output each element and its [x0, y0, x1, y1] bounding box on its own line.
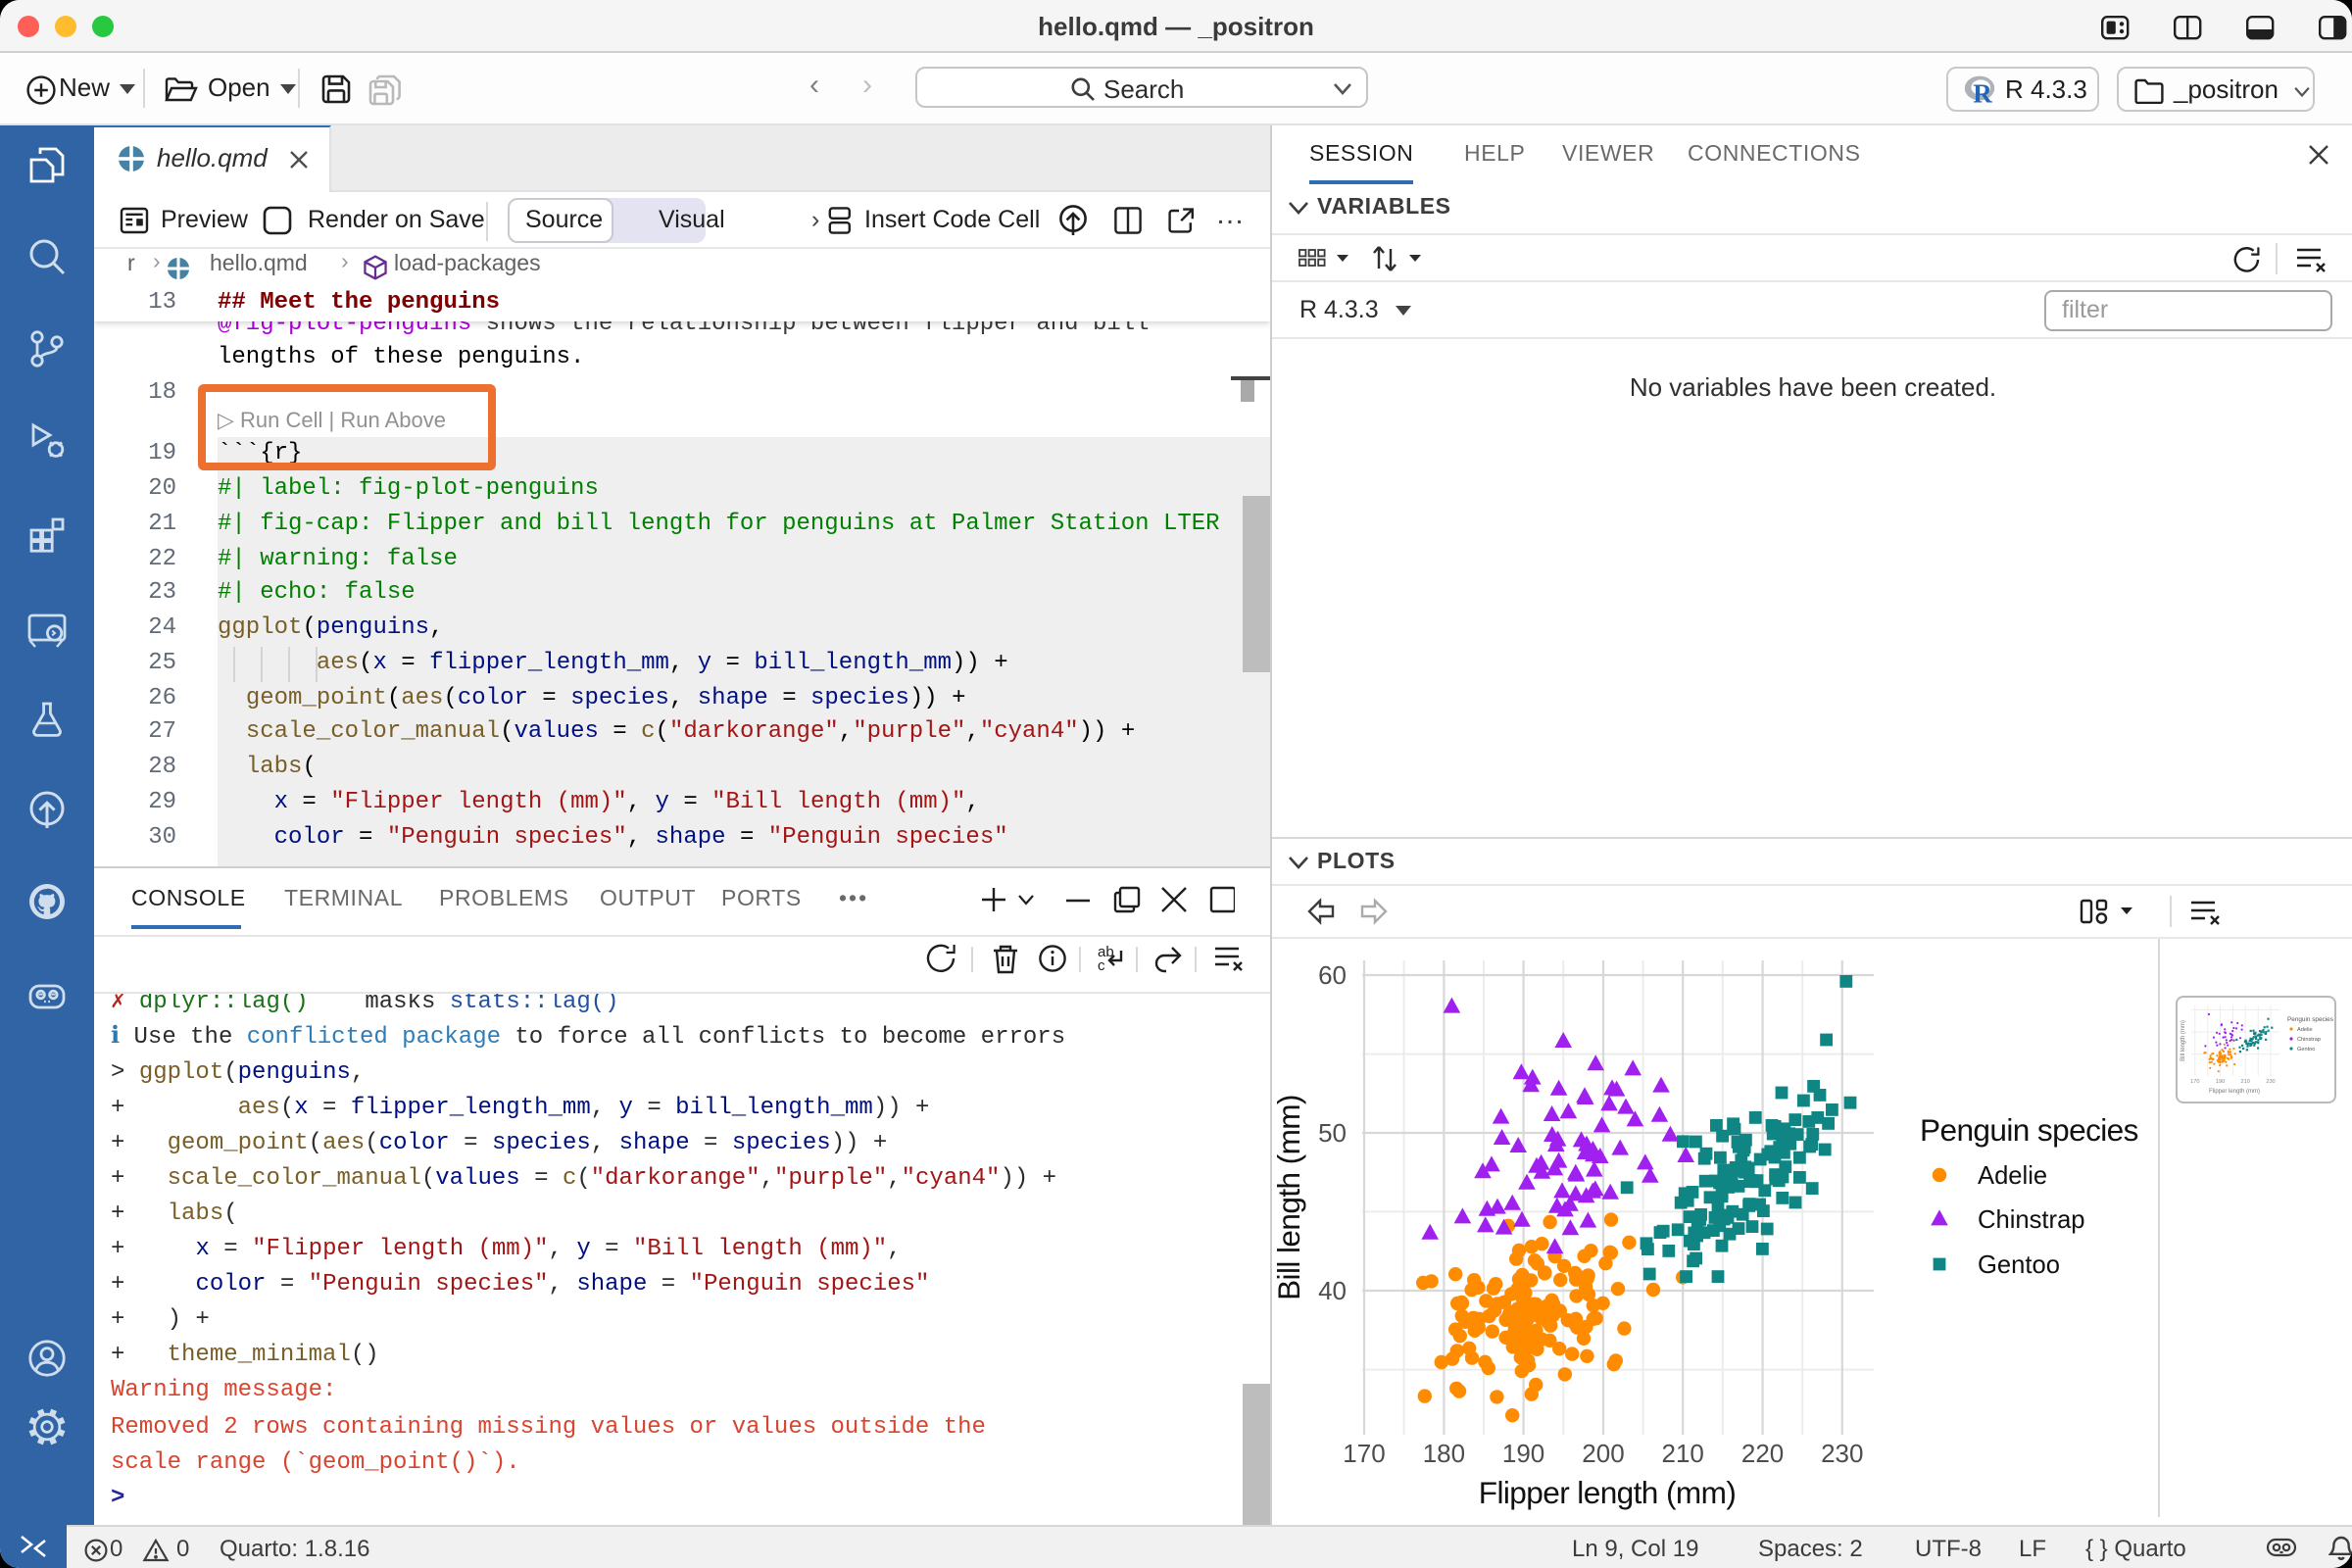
- svg-text:Chinstrap: Chinstrap: [2297, 1037, 2321, 1043]
- svg-text:Penguin species: Penguin species: [2287, 1016, 2333, 1023]
- svg-text:170: 170: [1343, 1439, 1385, 1468]
- svg-text:Chinstrap: Chinstrap: [1978, 1206, 2085, 1234]
- svg-text:230: 230: [2266, 1079, 2275, 1085]
- svg-text:Adelie: Adelie: [2297, 1027, 2313, 1033]
- svg-text:210: 210: [2241, 1079, 2250, 1085]
- svg-text:230: 230: [1821, 1439, 1863, 1468]
- svg-text:40: 40: [1318, 1276, 1347, 1305]
- svg-text:60: 60: [1318, 960, 1347, 990]
- svg-text:Bill length (mm): Bill length (mm): [2180, 1020, 2186, 1061]
- svg-text:R: R: [1973, 77, 1992, 105]
- svg-text:170: 170: [2190, 1079, 2199, 1085]
- svg-text:50: 50: [1318, 1118, 1347, 1148]
- svg-text:180: 180: [1423, 1439, 1465, 1468]
- svg-text:c: c: [1098, 957, 1105, 974]
- svg-text:190: 190: [1502, 1439, 1544, 1468]
- svg-text:Penguin species: Penguin species: [1920, 1112, 2138, 1148]
- svg-text:220: 220: [1741, 1439, 1784, 1468]
- svg-text:Bill length (mm): Bill length (mm): [1272, 1095, 1306, 1300]
- svg-text:Flipper length (mm): Flipper length (mm): [1479, 1475, 1737, 1510]
- svg-text:190: 190: [2216, 1079, 2225, 1085]
- svg-text:Gentoo: Gentoo: [2297, 1047, 2315, 1053]
- svg-text:200: 200: [1582, 1439, 1624, 1468]
- svg-text:210: 210: [1662, 1439, 1704, 1468]
- svg-text:Gentoo: Gentoo: [1978, 1251, 2060, 1279]
- svg-text:Flipper length (mm): Flipper length (mm): [2209, 1089, 2260, 1095]
- svg-text:Adelie: Adelie: [1978, 1162, 2047, 1190]
